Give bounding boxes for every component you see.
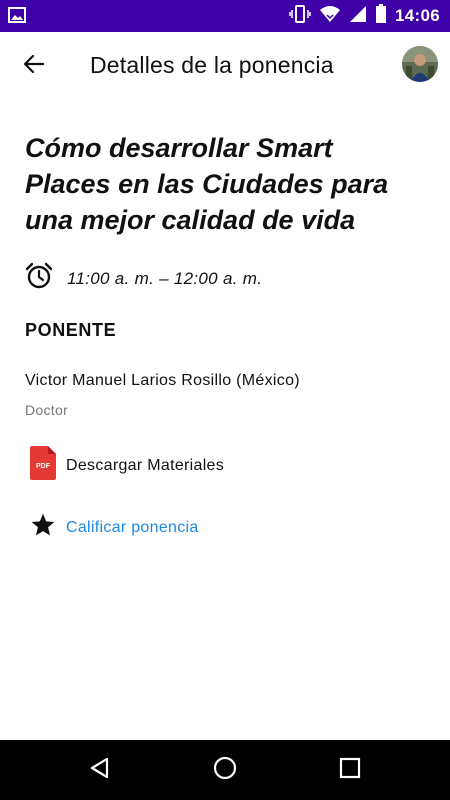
battery-icon	[375, 3, 387, 29]
download-materials-label: Descargar Materiales	[66, 456, 225, 474]
speaker-heading: PONENTE	[25, 320, 117, 340]
talk-title: Cómo desarrollar Smart Places en las Ciu…	[25, 133, 389, 235]
vibrate-icon	[289, 4, 311, 28]
nav-recents-button[interactable]	[336, 756, 364, 784]
talk-time-row: 11:00 a. m. – 12:00 a. m.	[25, 262, 262, 295]
star-icon	[30, 512, 56, 543]
nav-back-button[interactable]	[86, 756, 114, 784]
wifi-icon	[319, 5, 341, 28]
back-button[interactable]	[18, 50, 50, 82]
signal-icon	[349, 5, 367, 28]
arrow-back-icon	[22, 52, 46, 81]
nav-home-button[interactable]	[211, 756, 239, 784]
speaker-name: Victor Manuel Larios Rosillo (México)	[25, 372, 300, 389]
status-time: 14:06	[395, 6, 440, 25]
system-nav-bar	[0, 740, 450, 800]
back-triangle-icon	[88, 756, 112, 785]
speaker-role: Doctor	[25, 402, 69, 418]
user-avatar[interactable]	[402, 46, 438, 82]
home-circle-icon	[212, 755, 238, 786]
status-bar: 14:06	[0, 0, 450, 32]
image-icon	[8, 7, 26, 28]
alarm-clock-icon	[25, 262, 53, 295]
page-title: Detalles de la ponencia	[90, 52, 334, 78]
rate-talk-button[interactable]: Calificar ponencia	[30, 512, 199, 543]
recents-square-icon	[339, 757, 361, 784]
pdf-file-icon: PDF	[28, 446, 58, 485]
rate-talk-label: Calificar ponencia	[66, 518, 199, 536]
pdf-badge-text: PDF	[36, 463, 51, 470]
download-materials-button[interactable]: PDF Descargar Materiales	[28, 446, 224, 485]
app-bar: Detalles de la ponencia	[0, 32, 450, 100]
talk-time: 11:00 a. m. – 12:00 a. m.	[67, 268, 263, 288]
